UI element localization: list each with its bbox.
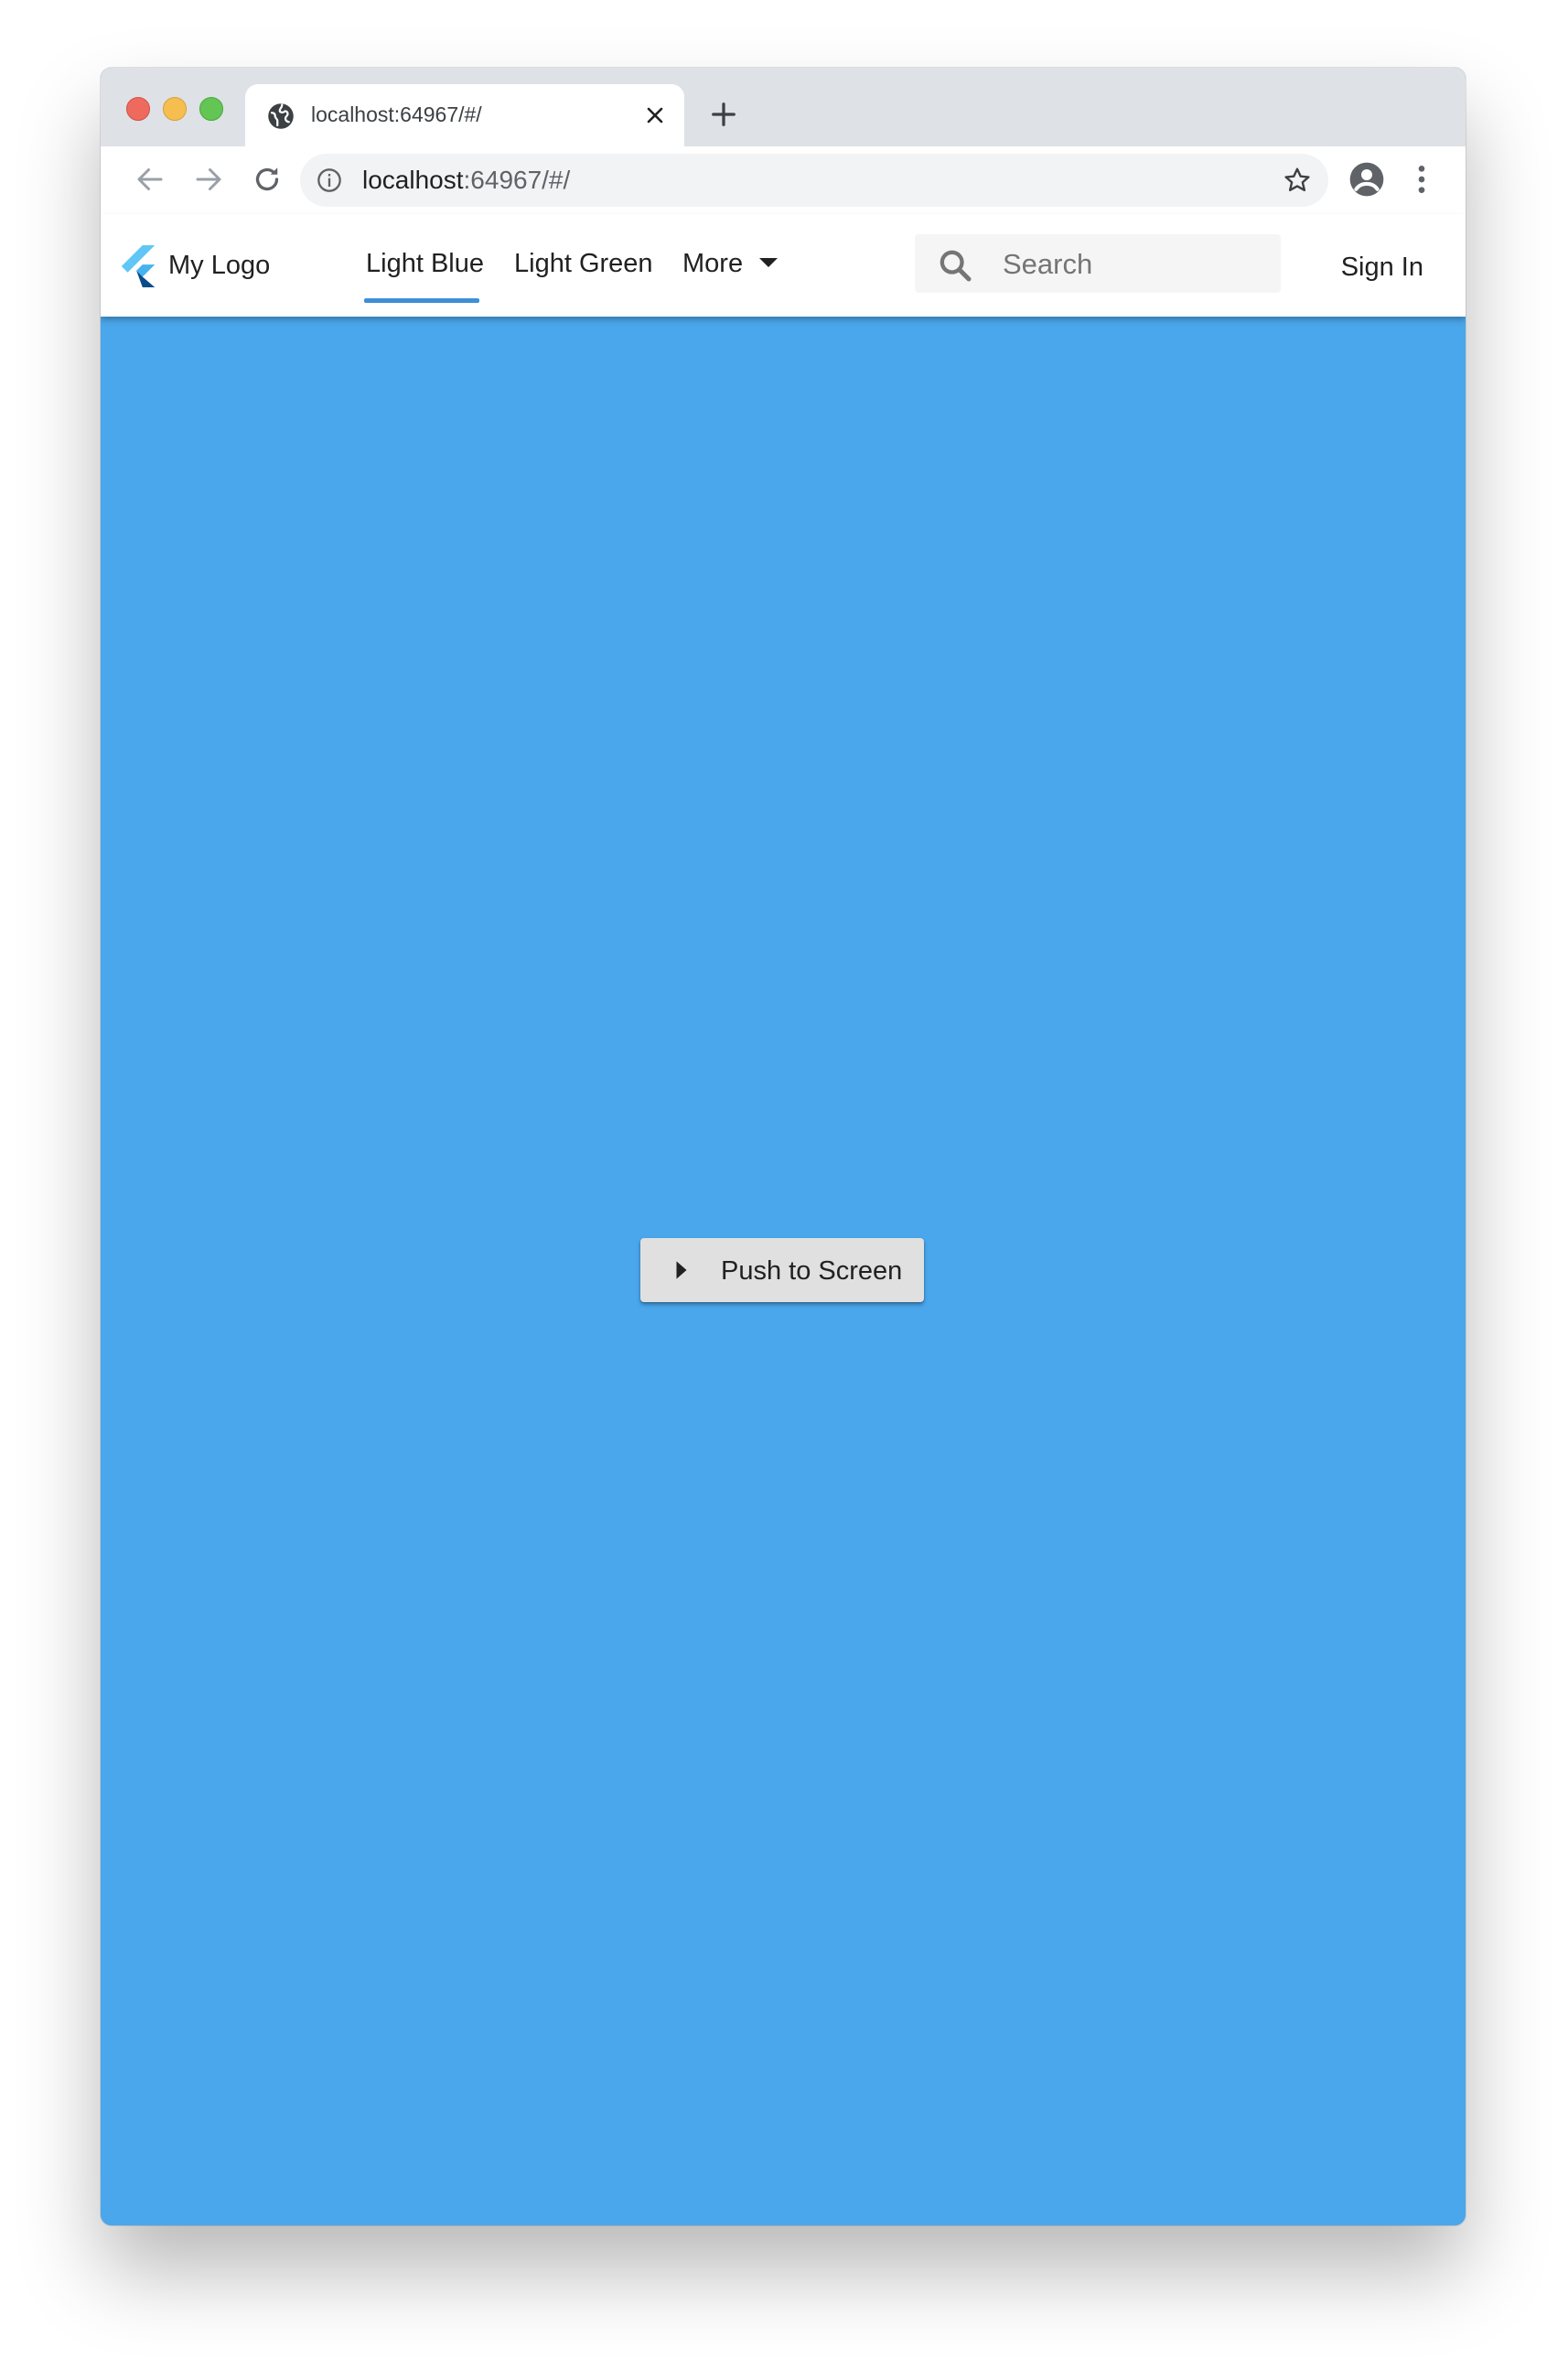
star-icon[interactable] (1283, 166, 1312, 195)
url-path: :64967/#/ (463, 166, 571, 194)
logo-text[interactable]: My Logo (168, 251, 270, 281)
search-input[interactable] (1001, 243, 1270, 285)
reload-icon[interactable] (251, 163, 284, 196)
play-arrow-icon (676, 1261, 687, 1279)
minimize-window-button[interactable] (163, 97, 187, 121)
maximize-window-button[interactable] (199, 97, 223, 121)
browser-titlebar: localhost:64967/#/ (101, 68, 1466, 146)
app-bar: My Logo Light Blue Light Green More Sign… (101, 214, 1466, 317)
forward-arrow-icon[interactable] (192, 163, 225, 196)
nav-link-light-green[interactable]: Light Green (514, 249, 653, 279)
browser-toolbar: localhost:64967/#/ (101, 146, 1466, 215)
caret-down-icon[interactable] (757, 256, 779, 269)
info-icon[interactable] (317, 167, 342, 193)
browser-window: localhost:64967/#/ localhost:64967/#/ My… (101, 68, 1466, 2225)
search-box[interactable] (915, 234, 1281, 293)
sign-in-button[interactable]: Sign In (1341, 253, 1423, 283)
back-arrow-icon[interactable] (134, 163, 166, 196)
close-icon[interactable] (644, 104, 666, 126)
url-host: localhost (362, 166, 464, 194)
nav-link-more[interactable]: More (682, 249, 743, 279)
account-icon[interactable] (1348, 161, 1385, 198)
search-icon (940, 250, 972, 282)
url-text[interactable]: localhost:64967/#/ (362, 166, 570, 195)
push-to-screen-label: Push to Screen (721, 1256, 903, 1286)
flutter-logo-icon[interactable] (121, 245, 157, 287)
kebab-menu-icon[interactable] (1403, 161, 1440, 198)
address-bar[interactable]: localhost:64967/#/ (300, 154, 1328, 207)
browser-tab[interactable]: localhost:64967/#/ (245, 84, 684, 146)
active-nav-indicator (364, 298, 479, 303)
tab-title: localhost:64967/#/ (311, 102, 482, 126)
push-to-screen-button[interactable]: Push to Screen (640, 1238, 924, 1302)
plus-icon[interactable] (710, 101, 737, 128)
globe-icon (268, 103, 294, 129)
main-content: Push to Screen (101, 317, 1466, 2225)
nav-link-light-blue[interactable]: Light Blue (366, 249, 484, 279)
close-window-button[interactable] (126, 97, 150, 121)
